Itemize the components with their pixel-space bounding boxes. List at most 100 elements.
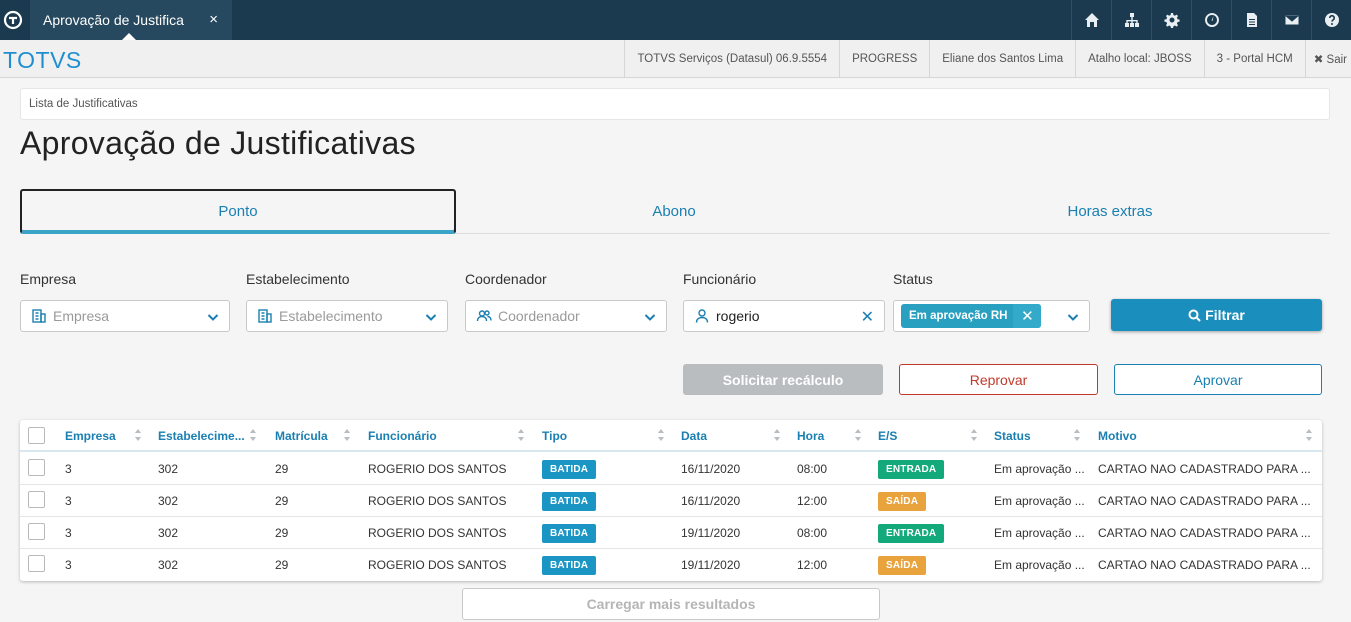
- status-select[interactable]: Em aprovação RH ✕: [893, 300, 1090, 332]
- tab-ponto[interactable]: Ponto: [20, 189, 456, 234]
- cell-estabelecimento: 302: [158, 494, 179, 508]
- cell-funcionario: ROGERIO DOS SANTOS: [368, 558, 507, 572]
- home-icon[interactable]: [1071, 0, 1111, 40]
- status-chip-label: Em aprovação RH: [909, 310, 1008, 322]
- tab-close-icon[interactable]: ×: [209, 11, 218, 28]
- cell-matricula: 29: [275, 526, 289, 540]
- cell-funcionario: ROGERIO DOS SANTOS: [368, 526, 507, 540]
- cell-hora: 12:00: [797, 558, 828, 572]
- status-chip[interactable]: Em aprovação RH ✕: [901, 304, 1042, 328]
- funcionario-field[interactable]: rogerio ✕: [683, 300, 885, 332]
- coordenador-select[interactable]: Coordenador: [465, 300, 667, 332]
- load-more-button[interactable]: Carregar mais resultados: [462, 588, 880, 620]
- portal-info[interactable]: 3 - Portal HCM: [1203, 40, 1305, 78]
- gear-icon[interactable]: [1151, 0, 1191, 40]
- row-checkbox[interactable]: [28, 555, 45, 572]
- table-row[interactable]: 3 302 29 ROGERIO DOS SANTOS BATIDA 16/11…: [20, 453, 1322, 485]
- page-title: Aprovação de Justificativas: [20, 125, 416, 161]
- user-name[interactable]: Eliane dos Santos Lima: [929, 40, 1075, 78]
- col-es[interactable]: E/S: [878, 420, 897, 452]
- logout-button[interactable]: ✖ Sair: [1304, 40, 1351, 78]
- estabelecimento-select[interactable]: Estabelecimento: [246, 300, 448, 332]
- sort-icon[interactable]: [1305, 428, 1313, 442]
- col-estabelecimento[interactable]: Estabelecime...: [158, 420, 245, 452]
- coordenador-placeholder: Coordenador: [498, 308, 580, 324]
- cell-status: Em aprovação ...: [994, 494, 1085, 508]
- chevron-down-icon[interactable]: [1067, 310, 1079, 322]
- filter-button[interactable]: Filtrar: [1111, 299, 1322, 331]
- row-checkbox[interactable]: [28, 491, 45, 508]
- sort-icon[interactable]: [343, 428, 351, 442]
- database-info: PROGRESS: [839, 40, 929, 78]
- chevron-down-icon[interactable]: [644, 310, 656, 322]
- col-tipo[interactable]: Tipo: [542, 420, 567, 452]
- col-hora[interactable]: Hora: [797, 420, 824, 452]
- row-checkbox[interactable]: [28, 523, 45, 540]
- table-row[interactable]: 3 302 29 ROGERIO DOS SANTOS BATIDA 19/11…: [20, 517, 1322, 549]
- company-info[interactable]: TOTVS Serviços (Datasul) 06.9.5554: [624, 40, 839, 78]
- cell-data: 19/11/2020: [681, 526, 741, 540]
- approve-button[interactable]: Aprovar: [1114, 364, 1322, 395]
- users-icon: [476, 308, 492, 324]
- reprove-button[interactable]: Reprovar: [899, 364, 1098, 395]
- col-motivo[interactable]: Motivo: [1098, 420, 1137, 452]
- tab-bar: Ponto Abono Horas extras: [20, 189, 1330, 234]
- breadcrumb[interactable]: Lista de Justificativas: [20, 88, 1330, 120]
- clear-icon[interactable]: ✕: [861, 307, 874, 327]
- org-chart-icon[interactable]: [1111, 0, 1151, 40]
- chip-remove-icon[interactable]: ✕: [1013, 304, 1042, 328]
- empresa-placeholder: Empresa: [53, 308, 110, 324]
- status-label: Status: [893, 271, 933, 287]
- sort-icon[interactable]: [249, 428, 257, 442]
- sort-icon[interactable]: [854, 428, 862, 442]
- recalc-button[interactable]: Solicitar recálculo: [683, 364, 883, 395]
- sort-icon[interactable]: [1073, 428, 1081, 442]
- col-matricula[interactable]: Matrícula: [275, 420, 328, 452]
- document-icon[interactable]: [1231, 0, 1271, 40]
- cell-data: 16/11/2020: [681, 494, 741, 508]
- table-row[interactable]: 3 302 29 ROGERIO DOS SANTOS BATIDA 19/11…: [20, 549, 1322, 581]
- col-funcionario[interactable]: Funcionário: [368, 420, 437, 452]
- cell-matricula: 29: [275, 558, 289, 572]
- sort-icon[interactable]: [657, 428, 665, 442]
- cell-data: 19/11/2020: [681, 558, 741, 572]
- help-icon[interactable]: [1311, 0, 1351, 40]
- es-badge: SAÍDA: [878, 555, 927, 575]
- cell-motivo: CARTAO NAO CADASTRADO PARA ...: [1098, 494, 1311, 508]
- table-row[interactable]: 3 302 29 ROGERIO DOS SANTOS BATIDA 16/11…: [20, 485, 1322, 517]
- tipo-badge: BATIDA: [542, 459, 597, 479]
- sort-icon[interactable]: [517, 428, 525, 442]
- cell-estabelecimento: 302: [158, 526, 179, 540]
- funcionario-value: rogerio: [716, 308, 760, 324]
- sort-icon[interactable]: [134, 428, 142, 442]
- cell-status: Em aprovação ...: [994, 462, 1085, 476]
- col-data[interactable]: Data: [681, 420, 707, 452]
- local-shortcut[interactable]: Atalho local: JBOSS: [1075, 40, 1204, 78]
- cell-data: 16/11/2020: [681, 462, 741, 476]
- select-all-checkbox[interactable]: [28, 427, 45, 444]
- cell-hora: 12:00: [797, 494, 828, 508]
- tab-caret-icon: [122, 33, 136, 40]
- cell-matricula: 29: [275, 462, 289, 476]
- breadcrumb-item[interactable]: Lista de Justificativas: [29, 98, 138, 110]
- col-empresa[interactable]: Empresa: [65, 420, 116, 452]
- tab-horas-extras[interactable]: Horas extras: [892, 189, 1328, 234]
- chevron-down-icon[interactable]: [207, 310, 219, 322]
- cell-funcionario: ROGERIO DOS SANTOS: [368, 462, 507, 476]
- sort-icon[interactable]: [773, 428, 781, 442]
- context-bar: TOTVS TOTVS Serviços (Datasul) 06.9.5554…: [0, 40, 1351, 78]
- chevron-down-icon[interactable]: [425, 310, 437, 322]
- row-checkbox[interactable]: [28, 459, 45, 476]
- funcionario-label: Funcionário: [683, 271, 757, 287]
- cell-motivo: CARTAO NAO CADASTRADO PARA ...: [1098, 526, 1311, 540]
- empresa-select[interactable]: Empresa: [20, 300, 230, 332]
- tipo-badge: BATIDA: [542, 523, 597, 543]
- mail-icon[interactable]: [1271, 0, 1311, 40]
- sort-icon[interactable]: [970, 428, 978, 442]
- es-badge: ENTRADA: [878, 523, 945, 543]
- totvs-logo-icon[interactable]: [0, 0, 26, 40]
- clock-icon[interactable]: [1191, 0, 1231, 40]
- tab-abono[interactable]: Abono: [456, 189, 892, 234]
- cell-funcionario: ROGERIO DOS SANTOS: [368, 494, 507, 508]
- col-status[interactable]: Status: [994, 420, 1031, 452]
